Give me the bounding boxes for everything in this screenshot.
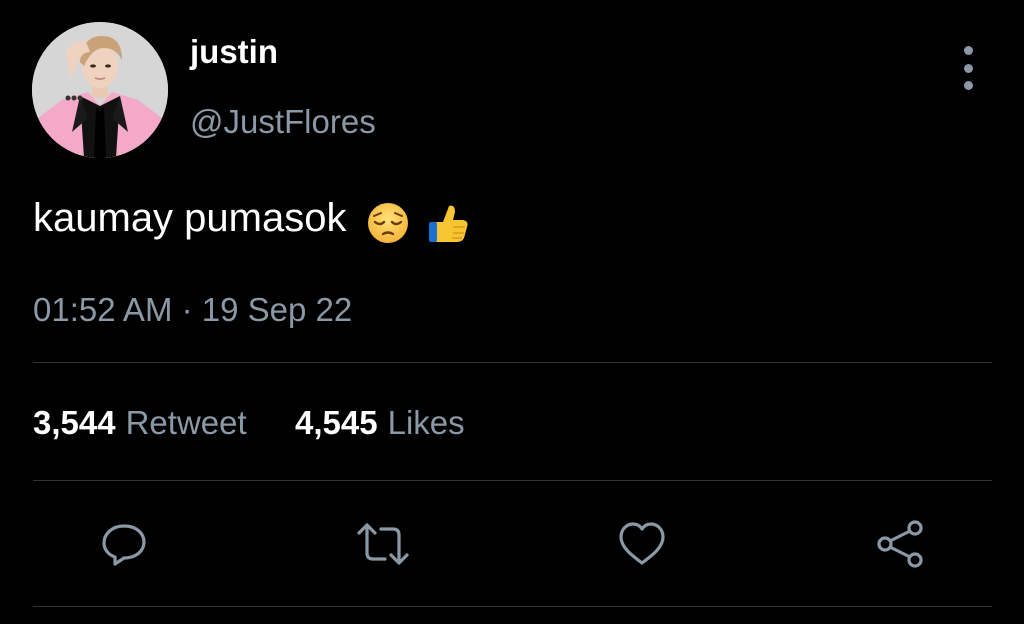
more-dot-icon — [963, 46, 973, 55]
divider — [33, 606, 992, 607]
more-dot-icon — [963, 63, 973, 73]
retweets-label: Retweet — [125, 404, 247, 441]
likes-label: Likes — [387, 404, 465, 441]
reply-button[interactable] — [96, 516, 152, 572]
pensive-face-emoji — [366, 194, 410, 246]
heart-icon — [619, 522, 665, 565]
more-options-button[interactable] — [954, 46, 982, 90]
user-handle[interactable]: @JustFlores — [190, 102, 376, 142]
tweet-text: kaumay pumasok — [33, 196, 347, 240]
tweet-card: justin @JustFlores kaumay pumasok 01:52 … — [0, 0, 1024, 624]
likes-count: 4,545 — [295, 404, 378, 441]
divider — [33, 362, 992, 363]
tweet-stats: 3,544 Retweet 4,545 Likes — [33, 401, 465, 445]
avatar-image — [32, 22, 168, 158]
avatar[interactable] — [32, 22, 168, 158]
divider — [33, 480, 992, 481]
more-dot-icon — [963, 81, 973, 90]
likes-stat[interactable]: 4,545 Likes — [295, 404, 465, 441]
user-names: justin @JustFlores — [190, 32, 376, 142]
share-nodes-icon — [877, 520, 923, 568]
like-button[interactable] — [614, 516, 670, 572]
tweet-header: justin @JustFlores — [32, 22, 376, 158]
retweet-button[interactable] — [355, 516, 411, 572]
retweets-stat[interactable]: 3,544 Retweet — [33, 404, 256, 441]
speech-bubble-icon — [102, 524, 146, 566]
share-button[interactable] — [873, 516, 929, 572]
display-name[interactable]: justin — [190, 32, 376, 72]
thumbs-up-emoji — [425, 194, 471, 246]
tweet-timestamp[interactable]: 01:52 AM · 19 Sep 22 — [33, 288, 352, 332]
tweet-body: kaumay pumasok — [33, 192, 471, 246]
retweets-count: 3,544 — [33, 404, 116, 441]
retweet-arrows-icon — [357, 523, 409, 565]
